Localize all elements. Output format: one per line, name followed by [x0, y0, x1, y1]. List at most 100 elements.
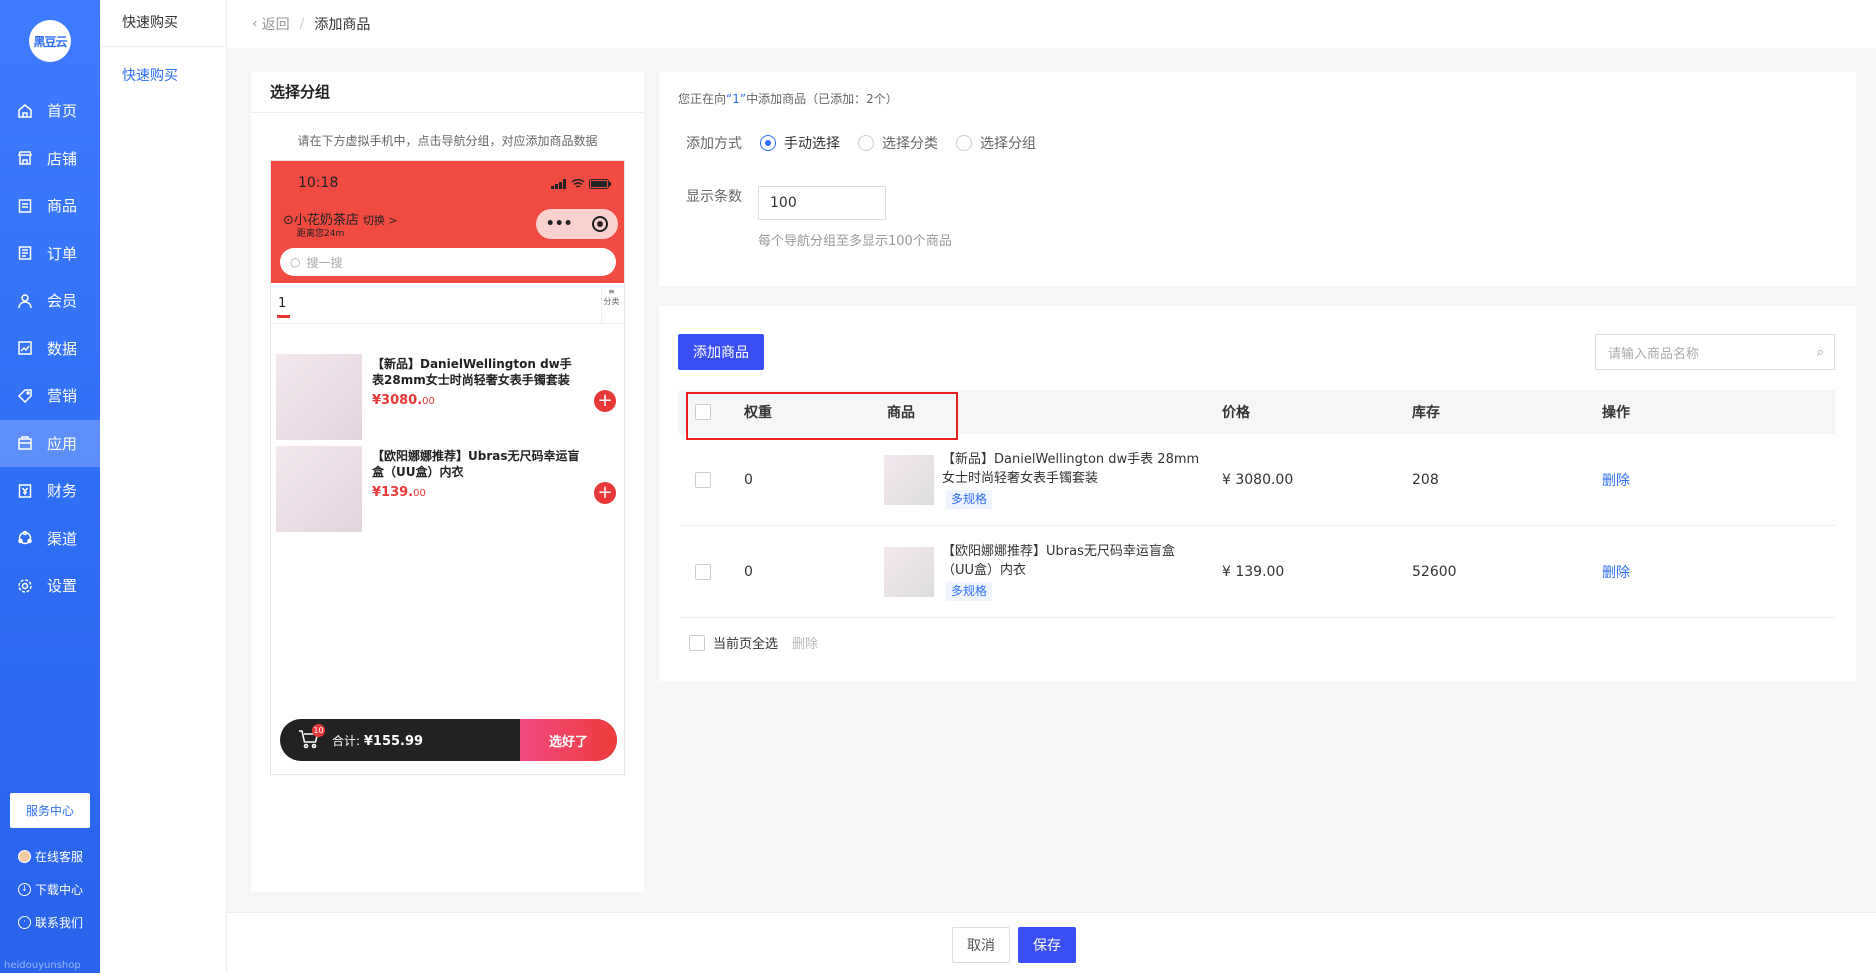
store-distance: 距离您24m — [297, 229, 345, 239]
cart-total: 合计: ¥155.99 — [332, 732, 423, 749]
chevron-left-icon[interactable]: ‹ — [252, 16, 258, 32]
search-icon: ○ — [290, 255, 301, 269]
close-target-icon[interactable] — [592, 216, 609, 232]
member-icon — [17, 293, 33, 309]
nav-item-data[interactable]: 数据 — [0, 325, 100, 373]
nav-label: 首页 — [47, 102, 78, 121]
nav-item-order[interactable]: 订单 — [0, 230, 100, 278]
contact-us-label: 联系我们 — [35, 916, 84, 930]
radio-manual-select[interactable]: 手动选择 — [760, 133, 840, 153]
nav-item-finance[interactable]: 财务 — [0, 467, 100, 515]
nav-item-goods[interactable]: 商品 — [0, 182, 100, 230]
contact-us-link[interactable]: · 联系我们 — [18, 914, 83, 931]
cancel-button[interactable]: 取消 — [952, 927, 1010, 963]
download-icon: ↓ — [18, 883, 31, 896]
data-icon — [17, 340, 33, 356]
col-price: 价格 — [1222, 405, 1250, 421]
add-status-note: 您正在向“1”中添加商品（已添加：2个） — [678, 90, 898, 107]
add-product-button[interactable]: 添加商品 — [678, 334, 764, 370]
secondary-sidebar: 快速购买 快速购买 — [100, 0, 227, 973]
avatar-icon — [18, 850, 31, 863]
wifi-icon — [571, 177, 585, 193]
add-to-cart-icon[interactable]: + — [594, 482, 616, 504]
display-count-input[interactable] — [758, 186, 886, 220]
download-center-link[interactable]: ↓ 下载中心 — [18, 881, 83, 898]
select-page-label[interactable]: 当前页全选 — [713, 633, 778, 652]
price-decimal: 00 — [422, 396, 435, 407]
category-menu-label: 分类 — [603, 297, 620, 306]
settings-icon — [17, 578, 33, 594]
display-count-help: 每个导航分组至多显示100个商品 — [758, 234, 952, 249]
radio-circle — [858, 135, 874, 151]
channel-icon — [17, 530, 33, 546]
subside-link-quick-buy[interactable]: 快速购买 — [100, 65, 226, 85]
nav-label: 店铺 — [47, 149, 78, 168]
bulk-delete-button[interactable]: 删除 — [792, 633, 818, 652]
radio-select-group[interactable]: 选择分组 — [956, 133, 1036, 153]
brand-logo[interactable]: 黑豆云 — [29, 20, 71, 62]
row-weight: 0 — [744, 471, 753, 488]
group-select-panel: 选择分组 请在下方虚拟手机中，点击导航分组，对应添加商品数据 10:18 ⊙小花… — [251, 72, 644, 892]
nav-label: 营销 — [47, 387, 78, 406]
radio-select-category[interactable]: 选择分类 — [858, 133, 938, 153]
panel-title: 选择分组 — [251, 72, 644, 113]
row-checkbox[interactable] — [695, 563, 711, 580]
product-name: 【新品】DanielWellington dw手表 28mm女士时尚轻奢女表手镯… — [942, 452, 1200, 486]
select-all-checkbox[interactable] — [695, 404, 711, 420]
search-placeholder: 请输入商品名称 — [1608, 346, 1700, 362]
nav-group-tab[interactable]: 1 — [278, 296, 286, 311]
online-service-link[interactable]: 在线客服 — [18, 848, 83, 865]
nav-label: 设置 — [47, 577, 78, 596]
product-name: 【新品】DanielWellington dw手表28mm女士时尚轻奢女表手镯套… — [372, 357, 572, 387]
back-link[interactable]: 返回 — [262, 14, 290, 34]
row-product: 【新品】DanielWellington dw手表 28mm女士时尚轻奢女表手镯… — [884, 434, 1202, 525]
search-icon[interactable]: ⌕ — [1817, 345, 1824, 360]
product-thumbnail-watch — [884, 454, 934, 505]
more-icon[interactable]: ••• — [546, 216, 573, 232]
product-search-input[interactable]: 请输入商品名称 ⌕ — [1595, 334, 1835, 370]
nav-item-marketing[interactable]: 营销 — [0, 372, 100, 420]
marketing-icon — [17, 388, 33, 404]
checkout-button[interactable]: 选好了 — [520, 719, 617, 761]
price-integer: ¥139. — [372, 485, 414, 500]
nav-item-channel[interactable]: 渠道 — [0, 515, 100, 563]
primary-sidebar: 黑豆云 首页 店铺 商品 订单 会员 数据 营销 应用 财务 渠道 设置 服务中… — [0, 0, 100, 973]
nav-item-store[interactable]: 店铺 — [0, 135, 100, 183]
nav-label: 数据 — [47, 339, 78, 358]
location-icon: ⊙ — [283, 213, 294, 228]
row-stock: 52600 — [1412, 563, 1457, 580]
breadcrumb: ‹ 返回 / 添加商品 — [227, 0, 1876, 48]
add-to-cart-icon[interactable]: + — [594, 390, 616, 412]
select-page-checkbox[interactable] — [689, 634, 705, 651]
delete-button[interactable]: 删除 — [1602, 434, 1630, 525]
delete-button[interactable]: 删除 — [1602, 526, 1630, 617]
product-price: ¥139.00 — [372, 485, 426, 500]
service-center-button[interactable]: 服务中心 — [10, 793, 90, 828]
product-table-panel: 添加商品 请输入商品名称 ⌕ 权重 商品 价格 库存 操作 0 【新品】Dani… — [659, 306, 1856, 681]
nav-label: 渠道 — [47, 529, 78, 548]
app-icon — [17, 435, 33, 451]
cart-count-badge: 10 — [312, 724, 325, 737]
nav-label: 应用 — [47, 434, 78, 453]
category-menu-icon[interactable]: ≡ 分类 — [601, 287, 621, 323]
tab-indicator — [277, 315, 290, 318]
page-title: 添加商品 — [314, 17, 371, 33]
row-product: 【欧阳娜娜推荐】Ubras无尺码幸运盲盒（UU盒）内衣 多规格 — [884, 526, 1202, 617]
nav-item-settings[interactable]: 设置 — [0, 562, 100, 610]
radio-label: 选择分类 — [882, 136, 938, 152]
nav-item-home[interactable]: 首页 — [0, 87, 100, 135]
save-button[interactable]: 保存 — [1018, 927, 1076, 963]
panel-hint: 请在下方虚拟手机中，点击导航分组，对应添加商品数据 — [297, 134, 598, 148]
phone-search-bar[interactable]: ○ 搜一搜 — [280, 248, 616, 276]
row-checkbox[interactable] — [695, 471, 711, 488]
switch-store-link[interactable]: 切换 > — [363, 214, 398, 227]
add-method-label: 添加方式 — [686, 136, 742, 152]
row-price: ¥ 3080.00 — [1222, 471, 1294, 488]
phone-search-placeholder: 搜一搜 — [306, 255, 343, 270]
product-thumbnail-watch — [276, 354, 362, 440]
nav-item-member[interactable]: 会员 — [0, 277, 100, 325]
nav-label: 财务 — [47, 482, 78, 501]
radio-circle — [956, 135, 972, 151]
nav-item-app[interactable]: 应用 — [0, 419, 100, 467]
phone-time: 10:18 — [298, 175, 339, 191]
